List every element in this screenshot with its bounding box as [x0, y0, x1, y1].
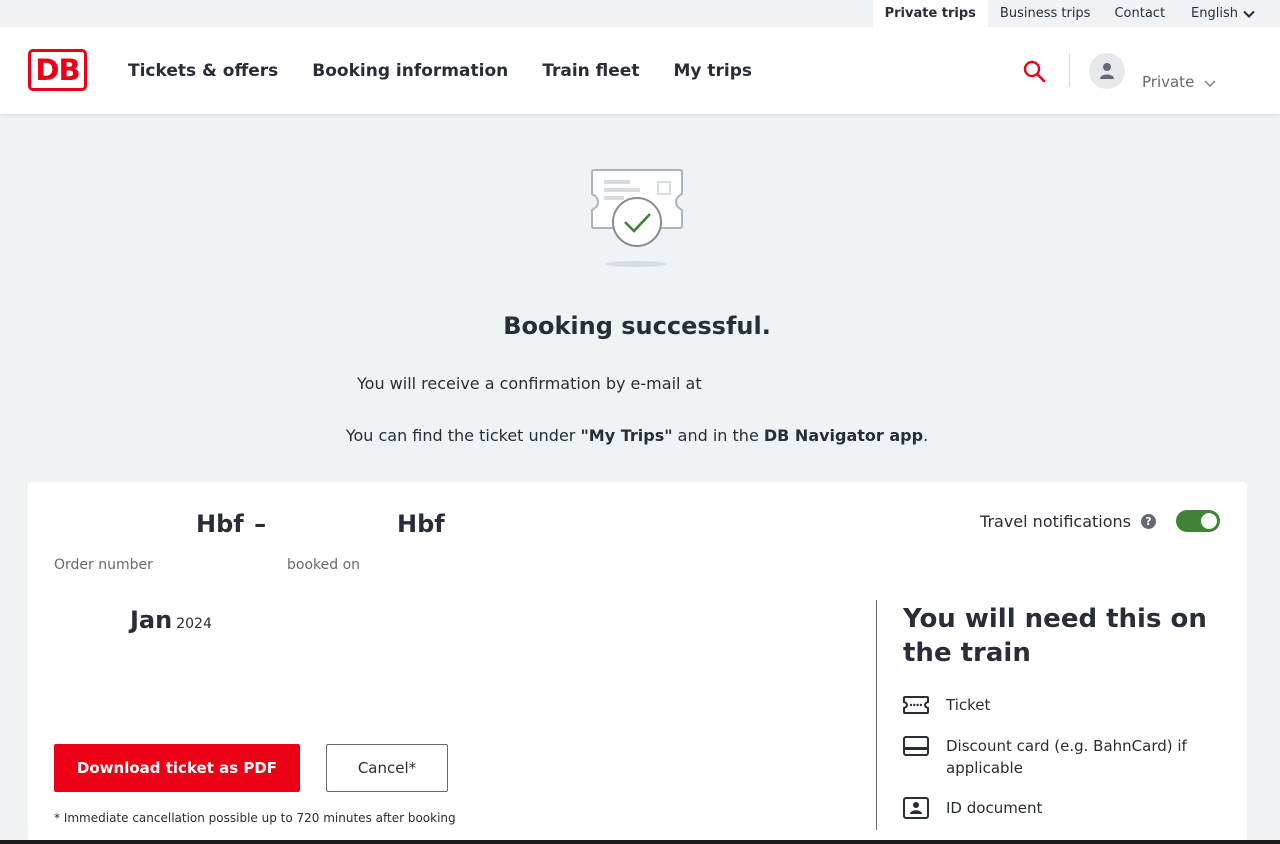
route-title: Hbf – Hbf: [196, 510, 445, 538]
avatar[interactable]: [1089, 53, 1125, 89]
need-item-label: Ticket: [946, 696, 991, 714]
travel-notifications-label: Travel notifications: [980, 511, 1131, 531]
my-trips-reference: "My Trips": [580, 426, 673, 445]
need-item-discount-card: Discount card (e.g. BahnCard) if applica…: [903, 735, 1196, 779]
date-month: Jan: [130, 606, 173, 634]
need-item-label: Discount card (e.g. BahnCard) if applica…: [946, 737, 1187, 777]
booked-on-label: booked on: [287, 557, 361, 573]
header-divider: [1069, 53, 1070, 87]
find-prefix: You can find the ticket under: [345, 426, 581, 445]
nav-item-train-fleet[interactable]: Train fleet: [542, 61, 639, 81]
travel-notifications: Travel notifications ?: [980, 510, 1220, 532]
tab-private-trips[interactable]: Private trips: [872, 0, 988, 27]
app-reference: DB Navigator app: [763, 426, 924, 445]
meta-links: Private trips Business trips Contact Eng…: [872, 0, 1256, 27]
ticket-check-illustration: [591, 169, 683, 267]
chevron-down-icon[interactable]: [1203, 76, 1217, 90]
need-item-ticket: Ticket: [903, 694, 1196, 716]
main-header: DB Tickets & offers Booking information …: [0, 27, 1280, 114]
ticket-location-text: You can find the ticket under "My Trips"…: [0, 426, 1274, 445]
tab-business-trips[interactable]: Business trips: [988, 0, 1103, 27]
origin-station: Hbf: [196, 510, 244, 538]
need-item-id-document: ID document: [903, 797, 1196, 819]
destination-station: Hbf: [397, 510, 445, 538]
booking-card: Hbf – Hbf Order number booked on Travel …: [28, 482, 1247, 844]
travel-date: Jan 2024: [130, 606, 212, 634]
db-logo[interactable]: DB: [28, 49, 87, 91]
help-icon[interactable]: ?: [1141, 513, 1156, 529]
chevron-down-icon: [1243, 10, 1255, 18]
ticket-icon: [903, 694, 929, 716]
toggle-knob: [1201, 513, 1217, 529]
main-nav: Tickets & offers Booking information Tra…: [128, 27, 752, 114]
route-separator: –: [254, 510, 267, 538]
nav-item-tickets-offers[interactable]: Tickets & offers: [128, 61, 278, 81]
cancel-button[interactable]: Cancel*: [326, 744, 448, 792]
account-label[interactable]: Private: [1142, 73, 1194, 91]
find-suffix: .: [923, 426, 929, 445]
window-bottom-edge: [0, 840, 1280, 844]
order-number-label: Order number: [54, 557, 153, 573]
download-pdf-button[interactable]: Download ticket as PDF: [54, 744, 300, 792]
date-year: 2024: [176, 616, 212, 632]
card-icon: [903, 735, 929, 757]
need-on-train-title: You will need this on the train: [903, 604, 1207, 668]
language-selector[interactable]: English: [1177, 0, 1256, 27]
find-middle: and in the: [672, 426, 764, 445]
page-title: Booking successful.: [503, 312, 771, 340]
contact-link[interactable]: Contact: [1102, 0, 1177, 27]
user-icon: [1100, 63, 1114, 79]
language-label: English: [1191, 6, 1238, 21]
nav-item-booking-information[interactable]: Booking information: [312, 61, 508, 81]
search-icon[interactable]: [1022, 59, 1046, 83]
travel-notifications-toggle[interactable]: [1176, 510, 1220, 532]
cancellation-note: * Immediate cancellation possible up to …: [54, 811, 456, 825]
nav-item-my-trips[interactable]: My trips: [673, 61, 752, 81]
id-icon: [903, 797, 929, 819]
card-divider: [876, 600, 877, 830]
need-item-label: ID document: [946, 799, 1043, 817]
confirmation-text: You will receive a confirmation by e-mai…: [357, 374, 702, 393]
meta-bar: Private trips Business trips Contact Eng…: [0, 0, 1280, 27]
